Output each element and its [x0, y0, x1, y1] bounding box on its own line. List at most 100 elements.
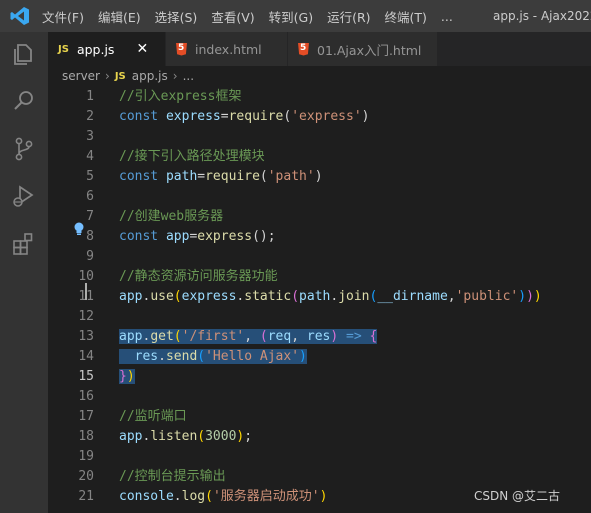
run-debug-icon[interactable] [10, 182, 38, 210]
code-token: require [205, 169, 260, 184]
line-number: 12 [78, 309, 94, 324]
code-line[interactable]: 8 const app=express(); [48, 227, 591, 247]
line-number: 7 [86, 209, 94, 224]
code-token [361, 329, 370, 344]
code-token [338, 329, 347, 344]
code-line[interactable]: 19 [48, 447, 591, 467]
explorer-icon[interactable] [10, 40, 38, 68]
code-line[interactable]: 3 [48, 127, 591, 147]
tab-index-html[interactable]: 5 index.html [166, 32, 288, 66]
code-token: //静态资源访问服务器功能 [119, 269, 278, 284]
menu-run[interactable]: 运行(R) [327, 7, 370, 26]
close-icon[interactable]: ✕ [136, 41, 148, 57]
line-number: 18 [78, 429, 94, 444]
code-token: ) [319, 489, 328, 504]
code-token: const [119, 229, 166, 244]
line-number: 10 [78, 269, 94, 284]
code-token: __dirname [377, 289, 448, 304]
code-line[interactable]: 11app.use(express.static(path.join(__dir… [48, 287, 591, 307]
chevron-right-icon: › [172, 69, 178, 83]
code-token: , [244, 329, 260, 344]
code-text: //监听端口 [119, 407, 187, 427]
code-line[interactable]: 18 app.listen(3000); [48, 427, 591, 447]
code-text: //创建web服务器 [119, 207, 223, 227]
code-token: , [447, 289, 456, 304]
tab-app-js[interactable]: JS app.js ✕ [48, 32, 166, 66]
code-token: } [119, 369, 127, 384]
line-number: 16 [78, 389, 94, 404]
code-text: const app=express(); [119, 227, 276, 247]
code-token: //创建web服务器 [119, 209, 224, 224]
lightbulb-icon[interactable] [72, 221, 86, 237]
js-file-icon: JS [114, 70, 126, 82]
code-token: { [369, 329, 378, 344]
code-line[interactable]: 13 app.get('/first', (req, res) => { [48, 327, 591, 347]
code-text: //控制台提示输出 [119, 467, 226, 487]
code-token: ) [330, 329, 339, 344]
code-line[interactable]: 16 [48, 387, 591, 407]
code-token: '服务器启动成功' [212, 489, 320, 504]
line-number: 5 [86, 169, 94, 184]
code-line[interactable]: 14 res.send('Hello Ajax') [48, 347, 591, 367]
breadcrumb-folder[interactable]: server [62, 69, 100, 83]
source-control-icon[interactable] [10, 135, 38, 163]
line-number: 11 [48, 287, 94, 307]
breadcrumb: server › JS app.js › ... [48, 66, 591, 86]
code-text: }) [119, 367, 135, 387]
code-token: console [119, 489, 174, 504]
code-line[interactable]: 9 [48, 247, 591, 267]
code-editor[interactable]: 1//引入express框架 2 const express=require('ex… [48, 86, 591, 513]
line-number: 2 [86, 109, 94, 124]
breadcrumb-file[interactable]: app.js [132, 69, 168, 83]
menu-more[interactable]: ... [441, 9, 453, 24]
code-token: app [119, 289, 143, 304]
menu-selection[interactable]: 选择(S) [155, 7, 198, 26]
code-line[interactable]: 5 const path=require('path') [48, 167, 591, 187]
code-token: 'express' [291, 109, 362, 124]
code-line[interactable]: 7 //创建web服务器 [48, 207, 591, 227]
code-token: . [330, 289, 339, 304]
extensions-icon[interactable] [10, 230, 38, 258]
code-text: //接下引入路径处理模块 [119, 147, 265, 167]
code-line[interactable]: 2 const express=require('express') [48, 107, 591, 127]
line-number: 3 [86, 129, 94, 144]
vscode-logo-icon [10, 7, 29, 25]
code-line[interactable]: 17 //监听端口 [48, 407, 591, 427]
code-token: express [165, 109, 221, 124]
code-token: log [181, 489, 206, 504]
code-token: app [119, 429, 143, 444]
code-token: . [158, 349, 166, 364]
code-line[interactable]: 20 //控制台提示输出 [48, 467, 591, 487]
code-line[interactable]: 10 //静态资源访问服务器功能 [48, 267, 591, 287]
menu-go[interactable]: 转到(G) [269, 7, 313, 26]
code-token: app [165, 229, 190, 244]
code-line[interactable]: 1 //引入express框架 [48, 87, 591, 107]
code-token: => [346, 329, 362, 344]
search-icon[interactable] [10, 87, 38, 115]
code-token: //接下引入路径处理模块 [119, 149, 265, 164]
tab-label: app.js [76, 41, 115, 57]
html-file-icon: 5 [176, 42, 187, 56]
code-token: res [134, 349, 159, 364]
menu-edit[interactable]: 编辑(E) [98, 7, 141, 26]
menu-file[interactable]: 文件(F) [42, 7, 84, 26]
menu-terminal[interactable]: 终端(T) [385, 7, 427, 26]
code-token: //引入express框架 [119, 89, 242, 104]
menu-view[interactable]: 查看(V) [211, 7, 254, 26]
code-line[interactable]: 15}) [48, 367, 591, 387]
js-file-icon: JS [58, 43, 69, 55]
breadcrumb-more[interactable]: ... [183, 69, 194, 83]
code-token: const [119, 109, 166, 124]
code-token: req [267, 329, 292, 344]
line-number: 4 [86, 149, 94, 164]
tab-label: index.html [195, 41, 262, 57]
tab-ajax-intro-html[interactable]: 5 01.Ajax入门.html [288, 32, 438, 66]
code-token: express [197, 229, 253, 244]
line-number: 19 [78, 449, 94, 464]
code-token: = [220, 109, 229, 124]
line-number: 1 [86, 89, 94, 104]
code-token: join [338, 289, 370, 304]
code-line[interactable]: 4 //接下引入路径处理模块 [48, 147, 591, 167]
code-line[interactable]: 12 [48, 307, 591, 327]
code-line[interactable]: 6 [48, 187, 591, 207]
